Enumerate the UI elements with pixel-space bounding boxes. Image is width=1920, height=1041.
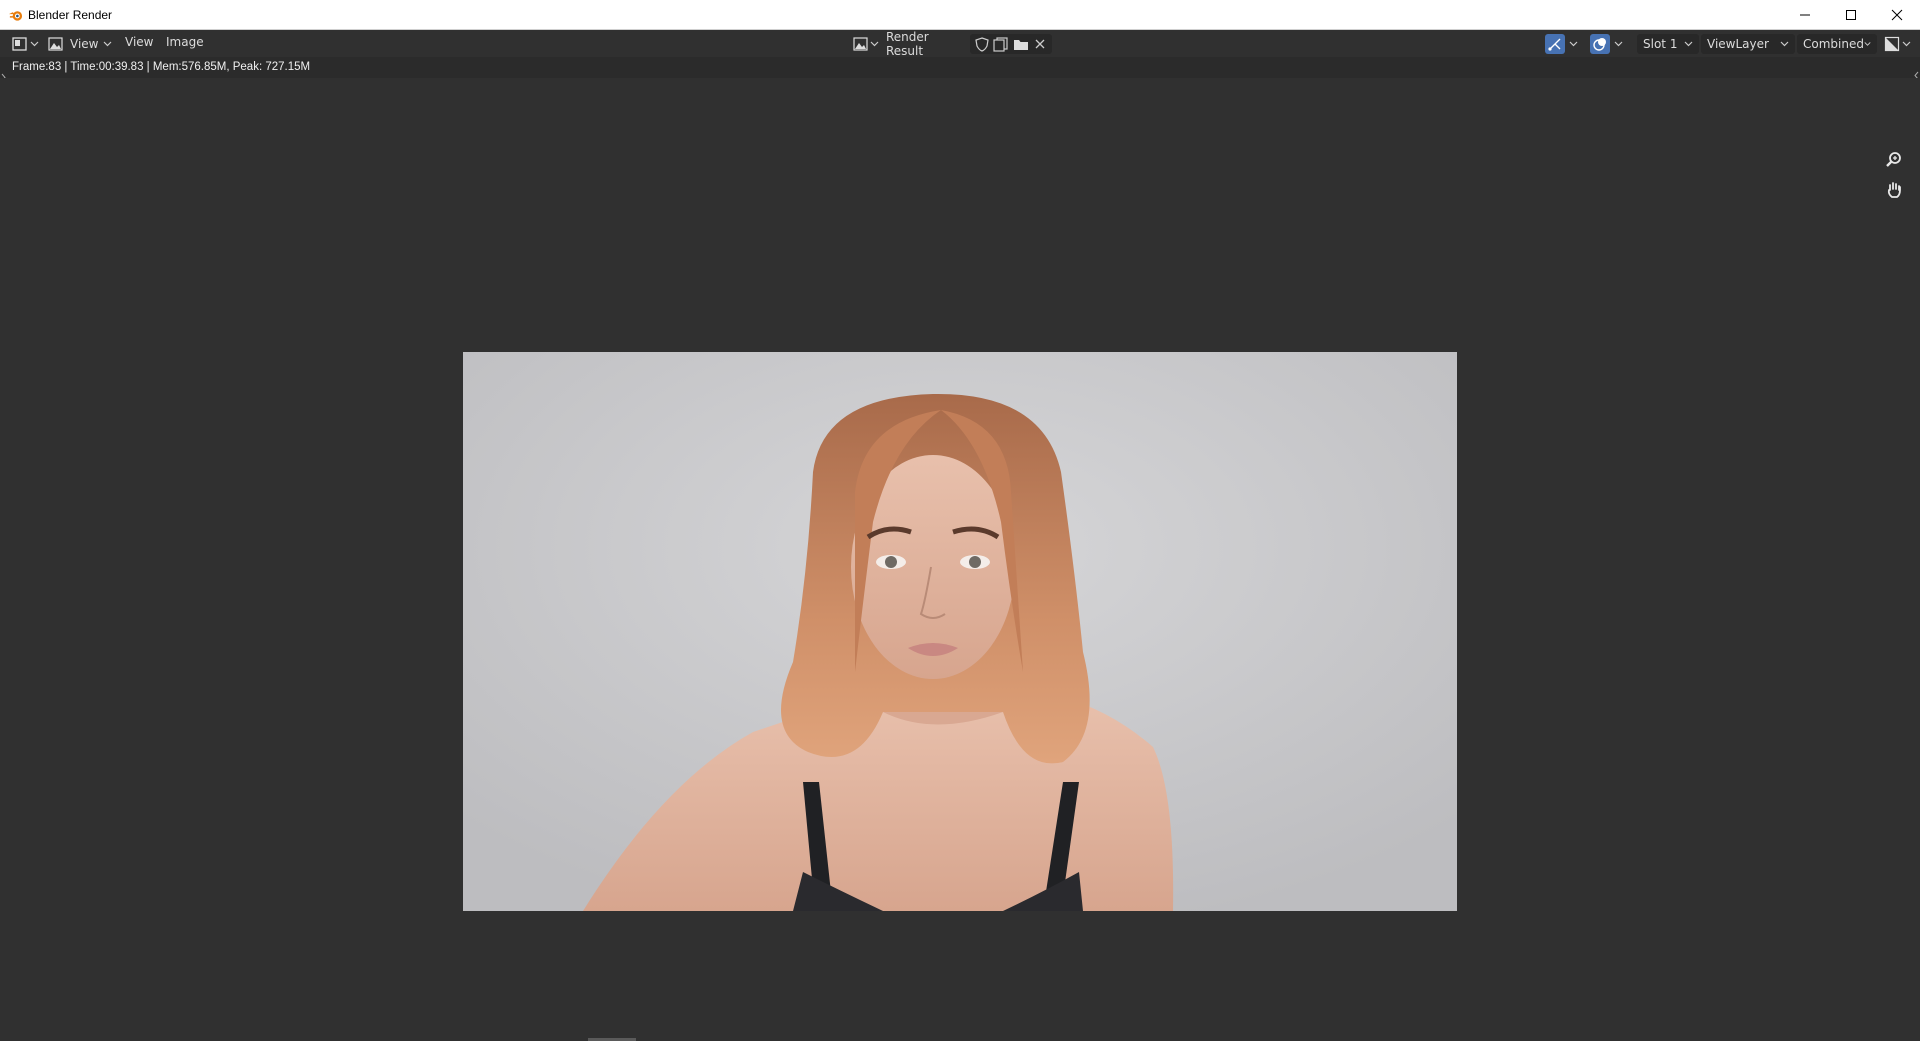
render-portrait-image <box>463 352 1457 911</box>
image-editor-icon <box>12 36 27 51</box>
gizmo-icon <box>1548 38 1561 51</box>
render-stats: Frame:83 | Time:00:39.83 | Mem:576.85M, … <box>12 61 311 73</box>
overlay-icon <box>1593 38 1606 51</box>
hand-pan-icon <box>1887 182 1901 198</box>
chevron-down-icon <box>1684 41 1693 47</box>
maximize-icon <box>1846 10 1856 20</box>
display-channels-dropdown[interactable] <box>1884 34 1911 54</box>
view-layer-dropdown[interactable]: ViewLayer <box>1701 34 1795 54</box>
chevron-down-icon <box>1864 42 1871 46</box>
close-icon[interactable] <box>1031 36 1049 52</box>
view-layer-label: ViewLayer <box>1707 37 1769 51</box>
window-title: Blender Render <box>28 8 113 22</box>
chevron-down-icon <box>104 41 112 46</box>
render-result-image <box>463 352 1457 911</box>
view-mode-dropdown[interactable]: View <box>48 34 112 53</box>
image-editor-header: View View Image Render Result Slot 1 Vie… <box>0 30 1920 58</box>
chevron-down-icon <box>1569 41 1578 47</box>
menu-image[interactable]: Image <box>166 35 204 49</box>
image-browse-button[interactable] <box>853 34 879 53</box>
image-actions <box>970 34 1052 54</box>
zoom-tool[interactable] <box>1882 148 1906 172</box>
zoom-icon <box>1886 152 1901 167</box>
blender-logo-icon <box>8 11 23 21</box>
display-channels-icon <box>1884 36 1900 52</box>
chevron-down-icon <box>1902 41 1911 47</box>
render-pass-label: Combined <box>1803 37 1864 51</box>
pan-tool[interactable] <box>1882 178 1906 202</box>
new-image-icon[interactable] <box>991 36 1011 52</box>
minimize-button[interactable] <box>1782 0 1828 30</box>
image-icon <box>48 36 63 51</box>
minimize-icon <box>1800 14 1810 16</box>
view-mode-label: View <box>70 36 99 51</box>
image-viewport[interactable] <box>0 78 1920 1041</box>
open-folder-icon[interactable] <box>1011 36 1031 52</box>
chevron-down-icon <box>30 41 39 46</box>
close-window-button[interactable] <box>1874 0 1920 30</box>
image-browse-icon <box>853 36 868 51</box>
chevron-down-icon <box>870 41 879 46</box>
window-titlebar: Blender Render <box>0 0 1920 30</box>
render-pass-dropdown[interactable]: Combined <box>1797 34 1877 54</box>
close-icon <box>1891 9 1903 21</box>
slot-dropdown[interactable]: Slot 1 <box>1637 34 1699 54</box>
image-name: Render Result <box>886 30 929 58</box>
overlay-toggle[interactable] <box>1590 34 1623 54</box>
slot-label: Slot 1 <box>1643 37 1678 51</box>
chevron-down-icon <box>1780 41 1789 47</box>
gizmo-toggle[interactable] <box>1545 34 1578 54</box>
editor-type-button[interactable] <box>12 34 39 53</box>
fake-user-shield-icon[interactable] <box>973 36 991 52</box>
menu-view[interactable]: View <box>125 35 153 49</box>
image-name-field[interactable]: Render Result <box>880 30 968 58</box>
viewport-navigation-tools <box>1882 148 1906 208</box>
render-status-bar: Frame:83 | Time:00:39.83 | Mem:576.85M, … <box>0 57 1920 82</box>
chevron-down-icon <box>1614 41 1623 47</box>
maximize-button[interactable] <box>1828 0 1874 30</box>
